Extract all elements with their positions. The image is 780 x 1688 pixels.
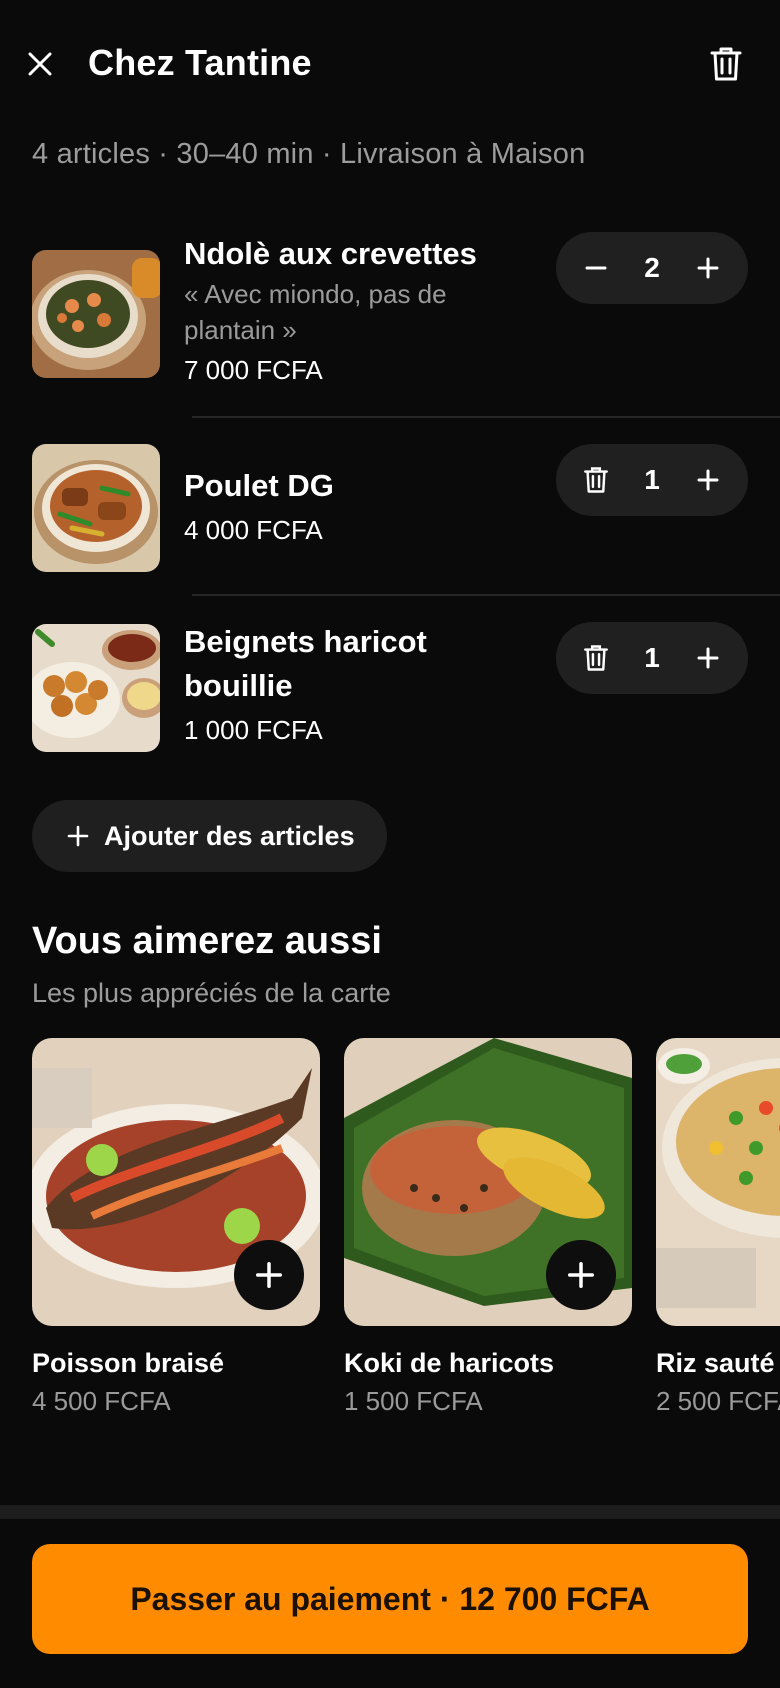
- quantity-value: 1: [644, 464, 660, 495]
- add-items-button[interactable]: Ajouter des articles: [32, 800, 387, 872]
- trash-icon: [710, 47, 742, 81]
- increase-button[interactable]: [686, 246, 730, 290]
- quantity-stepper: 2: [556, 232, 748, 304]
- plus-icon: [67, 825, 89, 847]
- add-items-label: Ajouter des articles: [104, 820, 355, 851]
- add-recommendation-button[interactable]: [234, 1240, 304, 1310]
- page-title: Chez Tantine: [88, 42, 312, 83]
- trash-icon: [584, 467, 608, 493]
- minus-icon: [585, 266, 607, 270]
- close-icon: [28, 52, 52, 76]
- item-image: [32, 444, 160, 572]
- item-info: Ndolè aux crevettes « Avec miondo, pas d…: [184, 232, 524, 388]
- decrease-button[interactable]: [574, 246, 618, 290]
- item-image: [32, 250, 160, 378]
- recommendation-name: Poisson braisé: [32, 1348, 225, 1378]
- plus-icon: [697, 647, 719, 669]
- plus-icon: [697, 257, 719, 279]
- item-name: Beignets haricot bouillie: [184, 624, 427, 703]
- recommendation-card[interactable]: Koki de haricots 1 500 FCFA: [344, 1038, 632, 1420]
- trash-icon: [584, 645, 608, 671]
- item-name: Ndolè aux crevettes: [184, 236, 477, 271]
- quantity-stepper: 1: [556, 444, 748, 516]
- close-button[interactable]: [20, 44, 60, 84]
- recommendation-card[interactable]: Poisson braisé 4 500 FCFA: [32, 1038, 320, 1420]
- quantity-stepper: 1: [556, 622, 748, 694]
- checkout-button[interactable]: Passer au paiement · 12 700 FCFA: [32, 1544, 748, 1654]
- recommendation-name: Riz sauté légumes: [656, 1348, 780, 1378]
- recommendation-price: 2 500 FCFA: [656, 1386, 780, 1416]
- cart-screen: Chez Tantine 4 articles · 30–40 min · Li…: [0, 0, 780, 1688]
- add-recommendation-button[interactable]: [546, 1240, 616, 1310]
- cart-summary: 4 articles · 30–40 min · Livraison à Mai…: [32, 138, 586, 170]
- recommendation-image: [32, 1038, 320, 1326]
- item-info: Poulet DG 4 000 FCFA: [184, 464, 524, 548]
- quantity-value: 2: [644, 252, 660, 283]
- plus-icon: [568, 1262, 594, 1288]
- increase-button[interactable]: [686, 636, 730, 680]
- recommendation-card[interactable]: Riz sauté légumes 2 500 FCFA: [656, 1038, 780, 1420]
- header: Chez Tantine: [0, 0, 780, 130]
- recommendation-price: 1 500 FCFA: [344, 1386, 483, 1416]
- item-price: 7 000 FCFA: [184, 355, 323, 385]
- divider: [192, 416, 780, 418]
- checkout-label: Passer au paiement · 12 700 FCFA: [130, 1580, 650, 1617]
- recommendations-title: Vous aimerez aussi: [32, 920, 382, 962]
- item-note: « Avec miondo, pas de plantain »: [184, 279, 447, 345]
- item-image: [32, 624, 160, 752]
- item-name: Poulet DG: [184, 468, 334, 503]
- item-price: 4 000 FCFA: [184, 515, 323, 545]
- increase-button[interactable]: [686, 458, 730, 502]
- recommendation-price: 4 500 FCFA: [32, 1386, 171, 1416]
- recommendation-image: [344, 1038, 632, 1326]
- plus-icon: [697, 469, 719, 491]
- item-price: 1 000 FCFA: [184, 715, 323, 745]
- plus-icon: [256, 1262, 282, 1288]
- bottom-separator: [0, 1505, 780, 1519]
- quantity-value: 1: [644, 642, 660, 673]
- item-info: Beignets haricot bouillie 1 000 FCFA: [184, 620, 524, 748]
- recommendation-name: Koki de haricots: [344, 1348, 555, 1378]
- recommendation-image: [656, 1038, 780, 1326]
- recommendations-subtitle: Les plus appréciés de la carte: [32, 978, 391, 1008]
- delete-item-button[interactable]: [574, 636, 618, 680]
- delete-item-button[interactable]: [574, 458, 618, 502]
- clear-cart-button[interactable]: [704, 42, 748, 86]
- divider: [192, 594, 780, 596]
